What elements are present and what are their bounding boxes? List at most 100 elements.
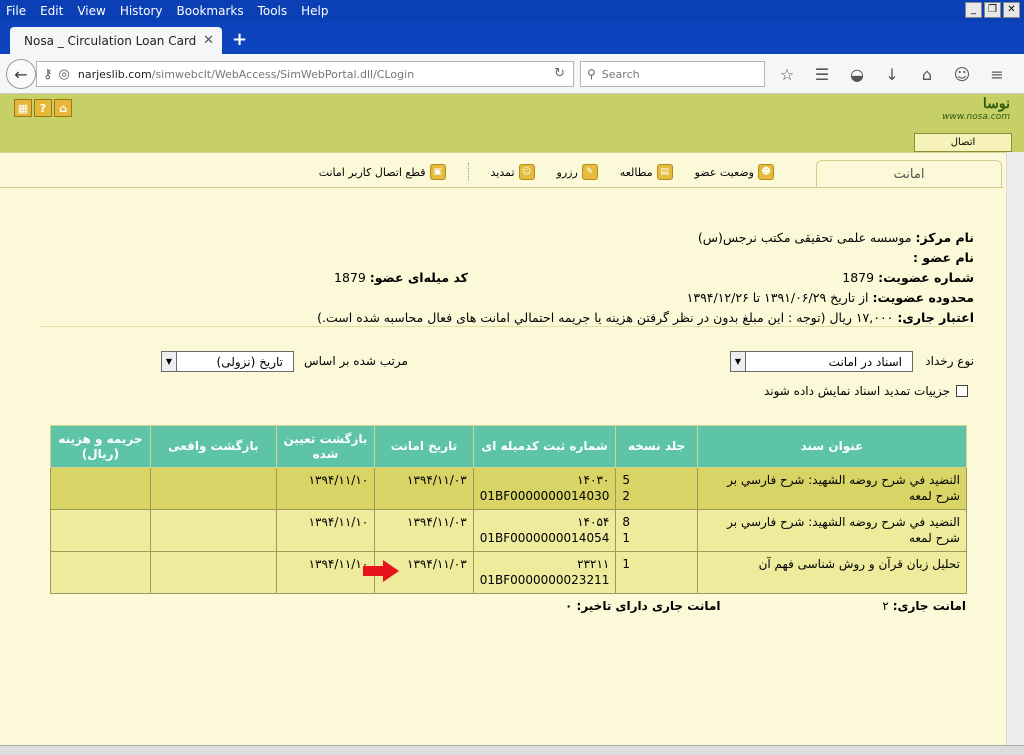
menu-edit[interactable]: Edit bbox=[33, 4, 70, 18]
browser-toolbar: ☆ ☰ ◒ ↓ ⌂ ☺ ≡ bbox=[775, 64, 1009, 84]
reserve-button[interactable]: ✎ رزرو bbox=[557, 163, 598, 181]
col-title: عنوان سند bbox=[696, 425, 968, 468]
table-row[interactable]: النضيد في شرح روضه الشهيد: شرح فارسي بر … bbox=[50, 467, 968, 510]
browser-tab[interactable]: Nosa _ Circulation Loan Card ✕ bbox=[10, 27, 222, 54]
cell-returned bbox=[149, 509, 277, 552]
cell-due: ۱۳۹۴/۱۱/۱۰ bbox=[275, 467, 376, 510]
search-input[interactable] bbox=[601, 67, 752, 81]
renew-button[interactable]: ☺ تمدید bbox=[491, 163, 535, 181]
table-row[interactable]: النضيد في شرح روضه الشهيد: شرح فارسي بر … bbox=[50, 509, 968, 552]
menu-bookmarks[interactable]: Bookmarks bbox=[170, 4, 251, 18]
membership-row: شماره عضویت: 1879 کد میله‌ای عضو: 1879 bbox=[34, 268, 974, 288]
menu-history[interactable]: History bbox=[113, 4, 170, 18]
key-icon: ⚷ bbox=[43, 66, 53, 82]
menu-view[interactable]: View bbox=[70, 4, 112, 18]
cell-title: تحلیل زبان قرآن و روش شناسی فهم آن bbox=[696, 551, 968, 594]
cell-loan-date: ۱۳۹۴/۱۱/۰۳ bbox=[374, 467, 474, 510]
menu-tools[interactable]: Tools bbox=[251, 4, 295, 18]
disconnect-button[interactable]: ▣ قطع اتصال کاربر امانت bbox=[319, 163, 446, 181]
reading-list-icon[interactable]: ☰ bbox=[810, 64, 834, 84]
col-reg: شماره ثبت کدمیله ای bbox=[472, 425, 617, 468]
nosa-logo: نوسا www.nosa.com bbox=[942, 96, 1010, 122]
loans-table: عنوان سند جلد نسخه شماره ثبت کدمیله ای ت… bbox=[50, 425, 968, 594]
study-icon: ▤ bbox=[656, 164, 673, 180]
cell-title: النضيد في شرح روضه الشهيد: شرح فارسي بر … bbox=[696, 509, 968, 552]
cell-fine bbox=[50, 551, 151, 594]
menu-file[interactable]: File bbox=[0, 4, 33, 18]
cell-title: النضيد في شرح روضه الشهيد: شرح فارسي بر … bbox=[696, 467, 968, 510]
sort-label: مرتب شده بر اساس bbox=[304, 354, 408, 368]
cell-loan-date: ۱۳۹۴/۱۱/۰۳ bbox=[374, 509, 474, 552]
col-fine: جریمه و هزینه (ریال) bbox=[50, 425, 151, 468]
status-bar bbox=[0, 745, 1024, 755]
restore-icon[interactable]: ❐ bbox=[984, 2, 1001, 18]
connection-bar: اتصال bbox=[0, 124, 1024, 152]
center-row: نام مرکز: موسسه علمی تحقیقی مکتب نرجس(س) bbox=[697, 230, 974, 245]
menu-bar: File Edit View History Bookmarks Tools H… bbox=[0, 0, 1024, 22]
reserve-icon: ✎ bbox=[581, 164, 598, 180]
disconnect-icon: ▣ bbox=[429, 164, 446, 180]
menu-help[interactable]: Help bbox=[294, 4, 335, 18]
back-icon[interactable]: ← bbox=[6, 59, 36, 89]
renew-icon: ☺ bbox=[518, 164, 535, 180]
connect-button[interactable]: اتصال bbox=[914, 133, 1012, 152]
tab-loan[interactable]: امانت bbox=[816, 160, 1002, 188]
red-arrow-icon bbox=[362, 560, 399, 582]
url-text: narjeslib.com/simwebclt/WebAccess/SimWeb… bbox=[77, 67, 415, 81]
cell-fine bbox=[50, 467, 151, 510]
search-box[interactable]: ⚲ bbox=[580, 61, 765, 87]
cell-returned bbox=[149, 467, 277, 510]
minimize-icon[interactable]: _ bbox=[965, 2, 982, 18]
download-icon[interactable]: ↓ bbox=[880, 64, 904, 84]
cell-due: ۱۳۹۴/۱۱/۱۰ bbox=[275, 551, 399, 594]
calculator-icon[interactable]: ▦ bbox=[14, 99, 32, 117]
barcode-field: کد میله‌ای عضو: 1879 bbox=[334, 270, 468, 285]
current-loans: امانت جاری: ۲ bbox=[882, 599, 966, 613]
tab-divider bbox=[0, 187, 1004, 188]
membership-range-row: محدوده عضویت: از تاریخ ۱۳۹۱/۰۶/۲۹ تا ۱۳۹… bbox=[686, 290, 974, 305]
cell-reg: ۱۴۰۳۰ 01BF0000000014030 bbox=[472, 467, 617, 510]
pocket-icon[interactable]: ◒ bbox=[845, 64, 869, 84]
cell-volume: 1 bbox=[615, 551, 698, 594]
new-tab-icon[interactable]: + bbox=[232, 29, 247, 50]
event-type-label: نوع رخداد bbox=[925, 354, 974, 368]
details-checkbox-label: جزییات تمدید اسناد نمایش داده شوند bbox=[763, 384, 950, 398]
tab-strip: Nosa _ Circulation Loan Card ✕ + bbox=[0, 22, 1024, 54]
sort-select[interactable]: ▼ تاریخ (نزولی) bbox=[161, 351, 294, 372]
cell-volume: 52 bbox=[615, 467, 698, 510]
address-bar[interactable]: ⚷ ◎ narjeslib.com/simwebclt/WebAccess/Si… bbox=[36, 61, 574, 87]
col-due: بازگشت تعیین شده bbox=[275, 425, 376, 468]
toolbar-separator bbox=[467, 163, 469, 181]
reload-icon[interactable]: ↻ bbox=[554, 66, 565, 81]
info-divider bbox=[40, 326, 974, 327]
close-tab-icon[interactable]: ✕ bbox=[203, 33, 214, 48]
main-content: امانت ☻ وضعیت عضو ▤ مطالعه ✎ رزرو ☺ تمدی… bbox=[0, 152, 1024, 747]
cell-reg: ۲۳۲۱۱ 01BF0000000023211 bbox=[472, 551, 617, 594]
cell-fine bbox=[50, 509, 151, 552]
col-loan-date: تاریخ امانت bbox=[374, 425, 474, 468]
help-icon[interactable]: ? bbox=[34, 99, 52, 117]
event-type-select[interactable]: ▼ اسناد در امانت bbox=[730, 351, 913, 372]
vertical-scrollbar[interactable] bbox=[1006, 152, 1024, 747]
details-checkbox[interactable] bbox=[956, 385, 968, 397]
member-status-button[interactable]: ☻ وضعیت عضو bbox=[695, 163, 774, 181]
cell-volume: 81 bbox=[615, 509, 698, 552]
home-icon[interactable]: ⌂ bbox=[915, 64, 939, 84]
tab-title: Nosa _ Circulation Loan Card bbox=[24, 33, 197, 48]
close-window-icon[interactable]: ✕ bbox=[1003, 2, 1020, 18]
table-row[interactable]: تحلیل زبان قرآن و روش شناسی فهم آن 1 ۲۳۲… bbox=[50, 551, 968, 594]
overdue-loans: امانت جاری دارای تاخیر: ۰ bbox=[565, 599, 721, 613]
col-volume: جلد نسخه bbox=[615, 425, 698, 468]
study-button[interactable]: ▤ مطالعه bbox=[620, 163, 673, 181]
loan-toolbar: ☻ وضعیت عضو ▤ مطالعه ✎ رزرو ☺ تمدید ▣ قط… bbox=[319, 163, 774, 181]
member-info: نام مرکز: موسسه علمی تحقیقی مکتب نرجس(س)… bbox=[34, 228, 974, 328]
nav-bar: ← ⚷ ◎ narjeslib.com/simwebclt/WebAccess/… bbox=[0, 54, 1024, 94]
member-status-icon: ☻ bbox=[758, 164, 774, 180]
details-checkbox-row: جزییات تمدید اسناد نمایش داده شوند bbox=[764, 384, 968, 398]
bookmark-star-icon[interactable]: ☆ bbox=[775, 64, 799, 84]
globe-icon: ◎ bbox=[58, 66, 70, 82]
window-controls: _ ❐ ✕ bbox=[965, 2, 1020, 18]
hamburger-menu-icon[interactable]: ≡ bbox=[985, 64, 1009, 84]
chat-icon[interactable]: ☺ bbox=[950, 64, 974, 84]
home-app-icon[interactable]: ⌂ bbox=[54, 99, 72, 117]
